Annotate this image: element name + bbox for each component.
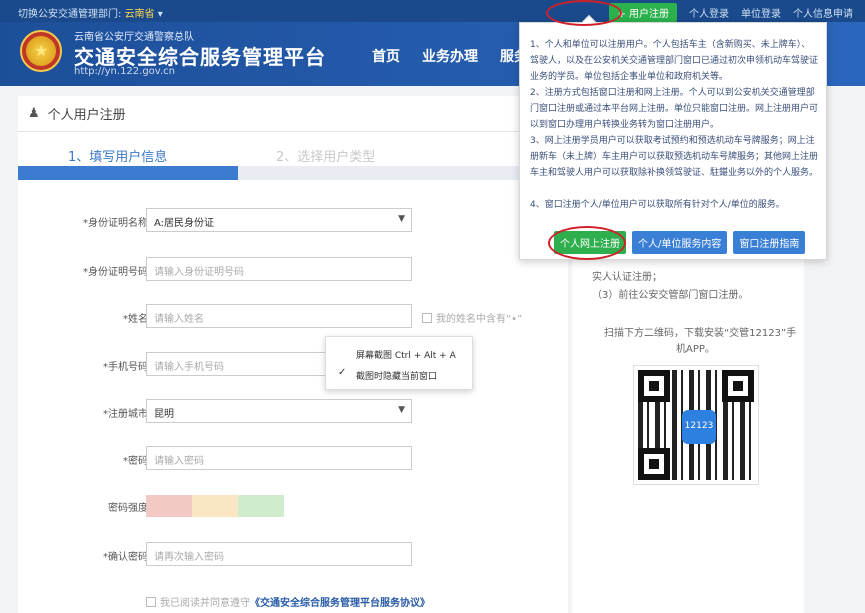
id-type-value: A:居民身份证 xyxy=(154,218,215,229)
agreement-text: 我已阅读并同意遵守 xyxy=(160,598,250,609)
password-label: *密码 xyxy=(123,456,148,467)
name-dot-checkbox[interactable]: 我的姓名中含有“•” xyxy=(422,310,522,325)
personal-login-link[interactable]: 个人登录 xyxy=(689,5,729,20)
screenshot-context-menu: 屏幕截图 Ctrl + Alt + A ✓ 截图时隐藏当前窗口 xyxy=(325,336,473,390)
highlight-ring xyxy=(546,0,622,26)
form-row-password: *密码 请输入密码 xyxy=(18,446,568,472)
qr-corner xyxy=(638,370,670,402)
registration-steps: 1、填写用户信息 2、选择用户类型 xyxy=(18,132,568,180)
popup-item: 1、个人和单位可以注册用户。个人包括车主（含新购买、未上牌车）、驾驶人，以及在公… xyxy=(530,40,819,82)
highlight-ring xyxy=(548,226,626,260)
form-row-id-number: *身份证明号码 请输入身份证明号码 xyxy=(18,257,568,283)
top-bar: 切换公安交通管理部门: 云南省 ▾ + 用户注册 个人登录 单位登录 个人信息申… xyxy=(0,0,865,22)
form-row-confirm: *确认密码 请再次输入密码 xyxy=(18,542,568,568)
personal-info-link[interactable]: 个人信息申请 xyxy=(793,5,853,20)
right-info-panel: 实人认证注册； （3）前往公安交管部门窗口注册。 扫描下方二维码，下载安装“交管… xyxy=(572,250,804,613)
qr-code: 12123 xyxy=(633,365,759,485)
popup-item: 4、窗口注册个人/单位用户可以获取所有针对个人/单位的服务。 xyxy=(530,200,785,210)
name-input[interactable]: 请输入姓名 xyxy=(146,304,412,328)
menu-item-hide-window[interactable]: 截图时隐藏当前窗口 xyxy=(356,369,437,382)
agreement-checkbox[interactable]: 我已阅读并同意遵守《交通安全综合服务管理平台服务协议》 xyxy=(146,594,430,609)
province-name[interactable]: 云南省 xyxy=(125,9,155,20)
qr-caption-2: 机APP。 xyxy=(676,344,715,355)
info-line: （3）前往公安交管部门窗口注册。 xyxy=(592,290,749,301)
chevron-down-icon: ▼ xyxy=(398,214,405,224)
check-icon: ✓ xyxy=(338,367,347,378)
top-links: + 用户注册 个人登录 单位登录 个人信息申请 xyxy=(609,3,853,22)
password-strength-meter: 弱 中 强 xyxy=(146,495,284,517)
page-title: 个人用户注册 xyxy=(47,108,126,123)
strength-strong: 强 xyxy=(238,495,284,517)
form-row-name: *姓名 请输入姓名 我的姓名中含有“•” xyxy=(18,304,568,330)
popup-item: 2、注册方式包括窗口注册和网上注册。个人可以到公安机关交通管理部门窗口注册或通过… xyxy=(530,88,819,130)
main-nav: 首页 业务办理 服务 xyxy=(372,46,528,66)
form-row-city: *注册城市 昆明 ▼ xyxy=(18,399,568,425)
id-type-label: *身份证明名称 xyxy=(83,218,148,229)
menu-item-screenshot[interactable]: 屏幕截图 Ctrl + Alt + A xyxy=(356,348,456,361)
chevron-down-icon: ▼ xyxy=(398,405,405,415)
police-emblem-icon xyxy=(20,30,62,72)
id-number-input[interactable]: 请输入身份证明号码 xyxy=(146,257,412,281)
province-switcher[interactable]: 切换公安交通管理部门: 云南省 ▾ xyxy=(18,5,163,20)
city-label: *注册城市 xyxy=(103,409,148,420)
id-number-label: *身份证明号码 xyxy=(83,267,148,278)
popup-item: 3、网上注册学员用户可以获取考试预约和预选机动车号牌服务；网上注册新车（未上牌）… xyxy=(530,136,819,178)
qr-corner xyxy=(638,448,670,480)
info-line: 实人认证注册； xyxy=(592,272,662,283)
service-agreement-link[interactable]: 《交通安全综合服务管理平台服务协议》 xyxy=(250,598,430,609)
city-select[interactable]: 昆明 ▼ xyxy=(146,399,412,423)
register-info-popup: 1、个人和单位可以注册用户。个人包括车主（含新购买、未上牌车）、驾驶人，以及在公… xyxy=(519,14,827,260)
password-input[interactable]: 请输入密码 xyxy=(146,446,412,470)
city-value: 昆明 xyxy=(154,409,174,420)
checkbox-box[interactable] xyxy=(146,597,156,607)
name-label: *姓名 xyxy=(123,314,148,325)
site-url: http://yn.122.gov.cn xyxy=(74,66,175,77)
form-row-id-type: *身份证明名称 A:居民身份证 ▼ xyxy=(18,208,568,234)
strength-label: 密码强度 xyxy=(108,503,148,514)
checkbox-box[interactable] xyxy=(422,313,432,323)
confirm-password-input[interactable]: 请再次输入密码 xyxy=(146,542,412,566)
qr-caption: 扫描下方二维码，下载安装“交管12123”手 xyxy=(604,328,797,339)
phone-label: *手机号码 xyxy=(103,362,148,373)
nav-home[interactable]: 首页 xyxy=(372,46,400,66)
window-register-guide-button[interactable]: 窗口注册指南 xyxy=(733,231,806,254)
form-row-strength: 密码强度 弱 中 强 xyxy=(18,493,568,519)
step-select-type: 2、选择用户类型 xyxy=(276,150,376,165)
unit-login-link[interactable]: 单位登录 xyxy=(741,5,781,20)
province-prefix: 切换公安交通管理部门: xyxy=(18,9,122,20)
step-progress-bar xyxy=(18,166,568,180)
step-progress-fill xyxy=(18,166,238,180)
app-logo-icon: 12123 xyxy=(682,410,716,444)
strength-weak: 弱 xyxy=(146,495,192,517)
breadcrumb: ♟ 个人用户注册 xyxy=(18,96,568,132)
step-fill-info: 1、填写用户信息 xyxy=(68,150,168,165)
user-icon: ♟ xyxy=(28,106,40,121)
confirm-password-label: *确认密码 xyxy=(103,552,148,563)
name-dot-label: 我的姓名中含有“•” xyxy=(436,314,523,325)
nav-business[interactable]: 业务办理 xyxy=(422,46,478,66)
strength-medium: 中 xyxy=(192,495,238,517)
registration-form: *身份证明名称 A:居民身份证 ▼ *身份证明号码 请输入身份证明号码 *姓名 … xyxy=(18,180,568,613)
qr-corner xyxy=(722,370,754,402)
chevron-down-icon[interactable]: ▾ xyxy=(158,9,163,20)
form-row-phone: *手机号码 请输入手机号码 xyxy=(18,352,568,378)
id-type-select[interactable]: A:居民身份证 ▼ xyxy=(146,208,412,232)
service-content-button[interactable]: 个人/单位服务内容 xyxy=(632,231,728,254)
